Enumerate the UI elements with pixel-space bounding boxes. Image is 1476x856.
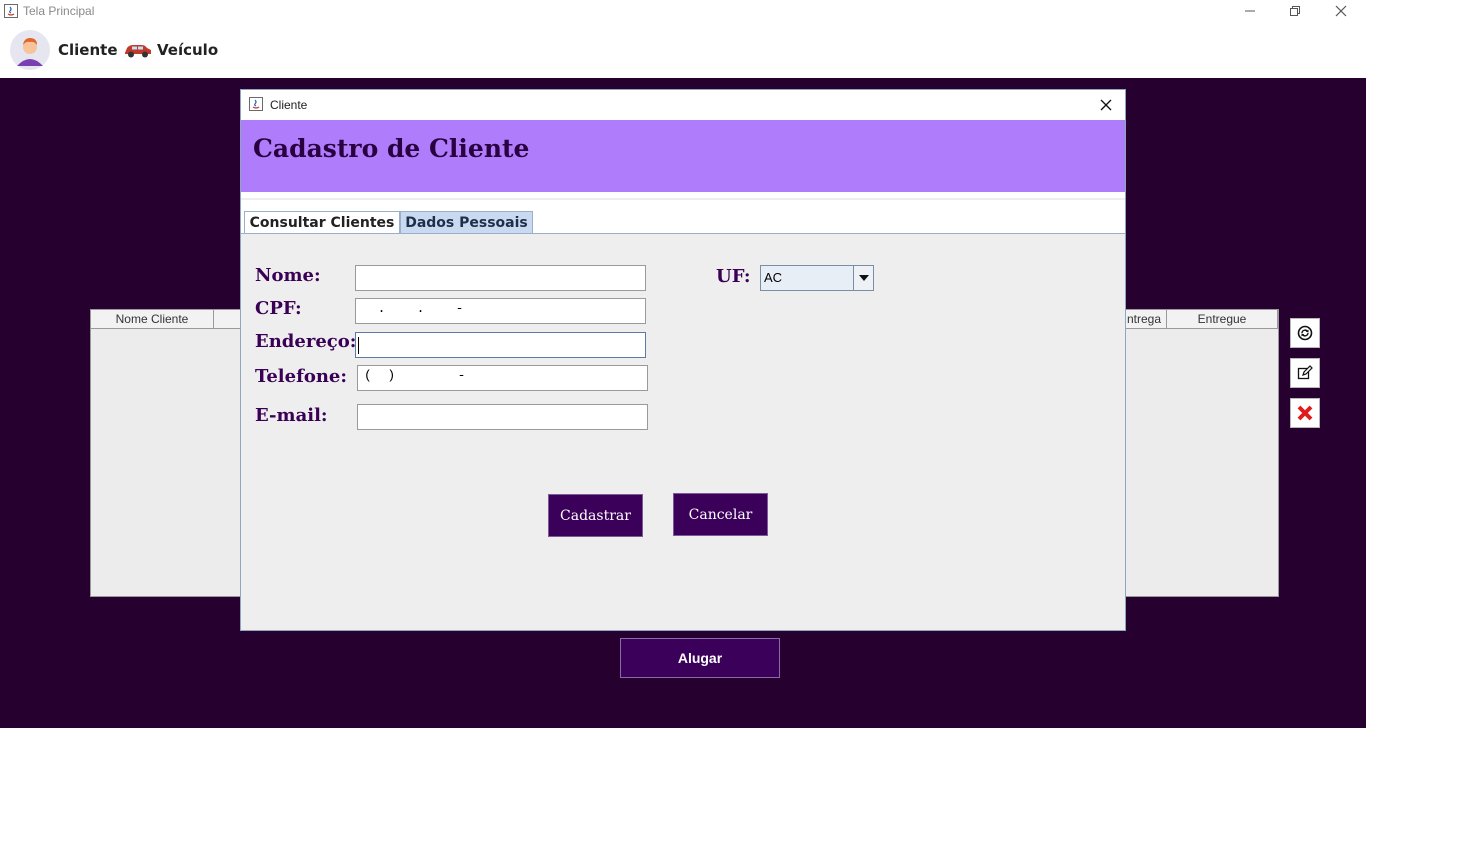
- close-icon: [1335, 5, 1347, 17]
- uf-dropdown-arrow[interactable]: [853, 266, 873, 290]
- java-app-icon: [4, 4, 18, 18]
- minimize-icon: [1245, 10, 1255, 12]
- endereco-input[interactable]: [355, 332, 646, 358]
- cliente-dialog: Cliente Cadastro de Cliente Consultar Cl…: [240, 89, 1126, 631]
- restore-icon: [1290, 6, 1300, 16]
- edit-button[interactable]: [1290, 358, 1320, 388]
- table-header-entregue[interactable]: Entregue: [1167, 310, 1278, 329]
- dados-pessoais-panel: Nome: CPF: . . - Endereço: Telefone: ( )…: [242, 234, 1124, 630]
- close-window-button[interactable]: [1318, 0, 1364, 22]
- header-separator: [241, 198, 1125, 200]
- window-titlebar: Tela Principal: [0, 0, 1476, 24]
- menu-cliente-label: Cliente: [58, 41, 118, 59]
- email-label: E-mail:: [255, 405, 328, 426]
- dialog-header: Cadastro de Cliente: [241, 120, 1125, 192]
- table-header-data-entrega[interactable]: ntrega: [1125, 310, 1167, 329]
- telefone-input[interactable]: ( ) -: [357, 365, 648, 391]
- refresh-icon: [1297, 325, 1313, 341]
- dialog-titlebar: Cliente: [241, 90, 1125, 120]
- tab-dados-pessoais[interactable]: Dados Pessoais: [400, 211, 533, 233]
- nome-label: Nome:: [255, 265, 321, 286]
- cpf-label: CPF:: [255, 298, 302, 319]
- uf-selected-value: AC: [764, 270, 783, 285]
- menu-veiculo-label: Veículo: [157, 41, 219, 59]
- edit-icon: [1297, 365, 1313, 380]
- email-input[interactable]: [357, 404, 648, 430]
- car-icon: [125, 45, 151, 58]
- delete-button[interactable]: [1290, 398, 1320, 428]
- text-cursor: [358, 337, 359, 354]
- refresh-button[interactable]: [1290, 318, 1320, 348]
- alugar-button[interactable]: Alugar: [620, 638, 780, 678]
- dialog-title: Cliente: [270, 98, 308, 112]
- red-x-icon: [1297, 405, 1313, 421]
- telefone-label: Telefone:: [255, 366, 348, 387]
- restore-button[interactable]: [1272, 0, 1318, 22]
- cpf-input[interactable]: . . -: [355, 298, 646, 324]
- menu-bar: Cliente Veículo: [0, 26, 1476, 74]
- uf-select[interactable]: AC: [760, 265, 874, 291]
- nome-input[interactable]: [355, 265, 646, 291]
- close-icon: [1100, 99, 1112, 111]
- chevron-down-icon: [858, 275, 869, 281]
- endereco-label: Endereço:: [255, 331, 357, 352]
- dialog-close-button[interactable]: [1097, 96, 1115, 114]
- window-title: Tela Principal: [23, 4, 95, 18]
- minimize-button[interactable]: [1227, 0, 1273, 22]
- java-app-icon: [249, 97, 263, 111]
- client-avatar-icon: [10, 30, 50, 70]
- menu-cliente[interactable]: Cliente: [10, 26, 118, 74]
- table-header-nome-cliente[interactable]: Nome Cliente: [91, 310, 214, 329]
- cadastrar-button[interactable]: Cadastrar: [548, 494, 643, 537]
- uf-label: UF:: [716, 266, 751, 287]
- menu-veiculo[interactable]: Veículo: [123, 26, 218, 74]
- cancelar-button[interactable]: Cancelar: [673, 493, 768, 536]
- tab-consultar-clientes[interactable]: Consultar Clientes: [244, 211, 400, 233]
- dialog-heading: Cadastro de Cliente: [253, 134, 530, 163]
